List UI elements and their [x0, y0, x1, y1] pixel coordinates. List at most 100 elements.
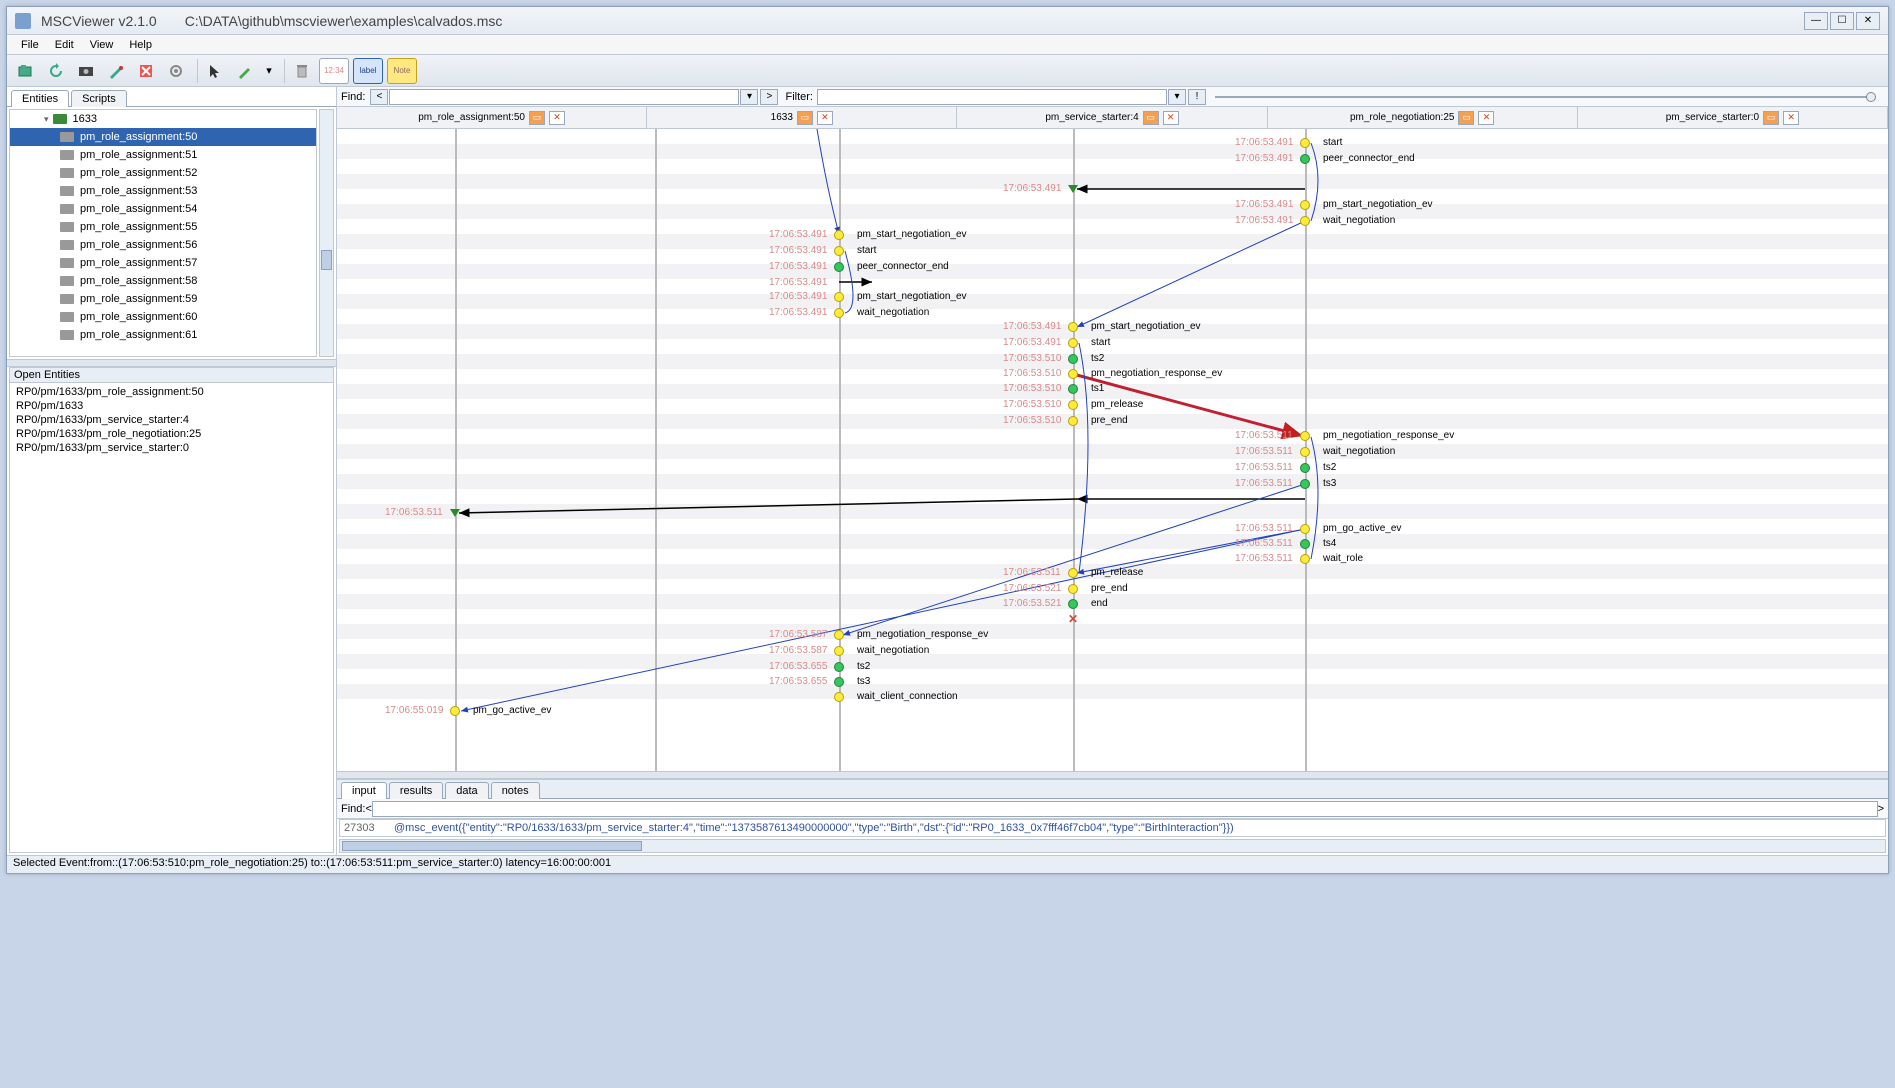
- open-entity-row[interactable]: RP0/pm/1633/pm_service_starter:4: [16, 413, 327, 427]
- event-label: pm_go_active_ev: [1323, 523, 1401, 534]
- find-input[interactable]: [389, 89, 739, 105]
- toggle-timestamps[interactable]: 12:34: [319, 58, 349, 84]
- col-close-icon[interactable]: ✕: [1163, 111, 1179, 125]
- event-label: pre_end: [1091, 415, 1128, 426]
- open-button[interactable]: [13, 58, 39, 84]
- timestamp: 17:06:53.511: [1235, 553, 1293, 564]
- toggle-notes[interactable]: Note: [387, 58, 417, 84]
- tree-item[interactable]: pm_role_assignment:60: [10, 308, 316, 326]
- end-x-icon: ✕: [1068, 612, 1078, 626]
- tree-scrollbar[interactable]: [319, 109, 334, 357]
- open-entities-title: Open Entities: [10, 368, 333, 383]
- event-label: ts4: [1323, 538, 1336, 549]
- tree-item[interactable]: pm_role_assignment:50: [10, 128, 316, 146]
- right-panel: Find: < ▾ > Filter: ▾ ! pm_role_assignme…: [337, 87, 1888, 855]
- trash-button[interactable]: [289, 58, 315, 84]
- timestamp: 17:06:53.511: [1235, 523, 1293, 534]
- pointer-tool[interactable]: [202, 58, 228, 84]
- msc-diagram[interactable]: start17:06:53.491 peer_connector_end17:0…: [337, 129, 1888, 771]
- bottom-find-input[interactable]: [372, 801, 1878, 817]
- snapshot-button[interactable]: [73, 58, 99, 84]
- highlighter-tool[interactable]: [232, 58, 258, 84]
- timestamp: 17:06:53.510: [1003, 353, 1061, 364]
- maximize-button[interactable]: ☐: [1830, 12, 1854, 30]
- filter-input[interactable]: [817, 89, 1167, 105]
- left-splitter[interactable]: [7, 359, 336, 367]
- tree-item[interactable]: pm_role_assignment:59: [10, 290, 316, 308]
- reload-button[interactable]: [43, 58, 69, 84]
- col-close-icon[interactable]: ✕: [549, 111, 565, 125]
- timestamp: 17:06:53.491: [1003, 183, 1061, 194]
- col-expand-icon[interactable]: ▭: [797, 111, 813, 125]
- find-dropdown[interactable]: ▾: [740, 89, 758, 105]
- tree-item[interactable]: pm_role_assignment:56: [10, 236, 316, 254]
- timestamp: 17:06:53.511: [385, 507, 443, 518]
- col-close-icon[interactable]: ✕: [1478, 111, 1494, 125]
- event-label: pm_release: [1091, 399, 1143, 410]
- settings-button[interactable]: [163, 58, 189, 84]
- timestamp: 17:06:53.511: [1235, 478, 1293, 489]
- event-label: peer_connector_end: [857, 261, 949, 272]
- tab-data[interactable]: data: [445, 782, 488, 799]
- tab-results[interactable]: results: [389, 782, 443, 799]
- col-expand-icon[interactable]: ▭: [1143, 111, 1159, 125]
- tree-item[interactable]: pm_role_assignment:58: [10, 272, 316, 290]
- entity-tree[interactable]: 1633 pm_role_assignment:50 pm_role_assig…: [9, 109, 317, 357]
- tree-item[interactable]: pm_role_assignment:51: [10, 146, 316, 164]
- tree-item[interactable]: pm_role_assignment:53: [10, 182, 316, 200]
- bottom-find-next[interactable]: >: [1878, 803, 1884, 815]
- tree-node-parent[interactable]: 1633: [10, 110, 316, 128]
- open-entity-row[interactable]: RP0/pm/1633: [16, 399, 327, 413]
- open-entity-row[interactable]: RP0/pm/1633/pm_role_negotiation:25: [16, 427, 327, 441]
- tree-item[interactable]: pm_role_assignment:61: [10, 326, 316, 344]
- lifeline: [455, 129, 457, 771]
- timestamp: 17:06:53.491: [769, 261, 827, 272]
- col-expand-icon[interactable]: ▭: [529, 111, 545, 125]
- log-scrollbar-h[interactable]: [339, 839, 1886, 853]
- event-label: pm_start_negotiation_ev: [857, 291, 967, 302]
- tool-dropdown[interactable]: ▾: [262, 58, 276, 84]
- log-line[interactable]: 27303 @msc_event({"entity":"RP0/1633/163…: [339, 819, 1886, 837]
- tree-item[interactable]: pm_role_assignment:52: [10, 164, 316, 182]
- event-label: pm_negotiation_response_ev: [1323, 430, 1454, 441]
- event-label: pm_start_negotiation_ev: [857, 229, 967, 240]
- tri-icon: [450, 509, 460, 517]
- clear-marker-button[interactable]: [133, 58, 159, 84]
- menubar: File Edit View Help: [7, 35, 1888, 55]
- filter-dropdown[interactable]: ▾: [1168, 89, 1186, 105]
- menu-file[interactable]: File: [13, 39, 47, 51]
- right-splitter[interactable]: [337, 771, 1888, 779]
- close-button[interactable]: ✕: [1856, 12, 1880, 30]
- zoom-slider[interactable]: [1215, 91, 1876, 103]
- open-entity-row[interactable]: RP0/pm/1633/pm_service_starter:0: [16, 441, 327, 455]
- timestamp: 17:06:53.510: [1003, 368, 1061, 379]
- tree-item[interactable]: pm_role_assignment:54: [10, 200, 316, 218]
- open-entity-row[interactable]: RP0/pm/1633/pm_role_assignment:50: [16, 385, 327, 399]
- menu-view[interactable]: View: [82, 39, 122, 51]
- tree-item[interactable]: pm_role_assignment:57: [10, 254, 316, 272]
- timestamp: 17:06:53.491: [1235, 137, 1293, 148]
- find-prev-button[interactable]: <: [370, 89, 388, 105]
- toggle-labels[interactable]: label: [353, 58, 383, 84]
- col-close-icon[interactable]: ✕: [1783, 111, 1799, 125]
- tab-input[interactable]: input: [341, 782, 387, 799]
- event-label: wait_negotiation: [1323, 215, 1395, 226]
- col-expand-icon[interactable]: ▭: [1458, 111, 1474, 125]
- menu-help[interactable]: Help: [121, 39, 160, 51]
- timestamp: 17:06:53.511: [1235, 462, 1293, 473]
- find-next-button[interactable]: >: [760, 89, 778, 105]
- tab-entities[interactable]: Entities: [11, 90, 69, 107]
- event-label: ts2: [857, 661, 870, 672]
- tab-scripts[interactable]: Scripts: [71, 90, 127, 107]
- event-label: ts2: [1091, 353, 1104, 364]
- timestamp: 17:06:53.587: [769, 645, 827, 656]
- tab-notes[interactable]: notes: [491, 782, 540, 799]
- col-expand-icon[interactable]: ▭: [1763, 111, 1779, 125]
- menu-edit[interactable]: Edit: [47, 39, 82, 51]
- marker-button[interactable]: [103, 58, 129, 84]
- log-content: @msc_event({"entity":"RP0/1633/1633/pm_s…: [394, 822, 1234, 834]
- filter-apply-button[interactable]: !: [1188, 89, 1206, 105]
- col-close-icon[interactable]: ✕: [817, 111, 833, 125]
- minimize-button[interactable]: ―: [1804, 12, 1828, 30]
- tree-item[interactable]: pm_role_assignment:55: [10, 218, 316, 236]
